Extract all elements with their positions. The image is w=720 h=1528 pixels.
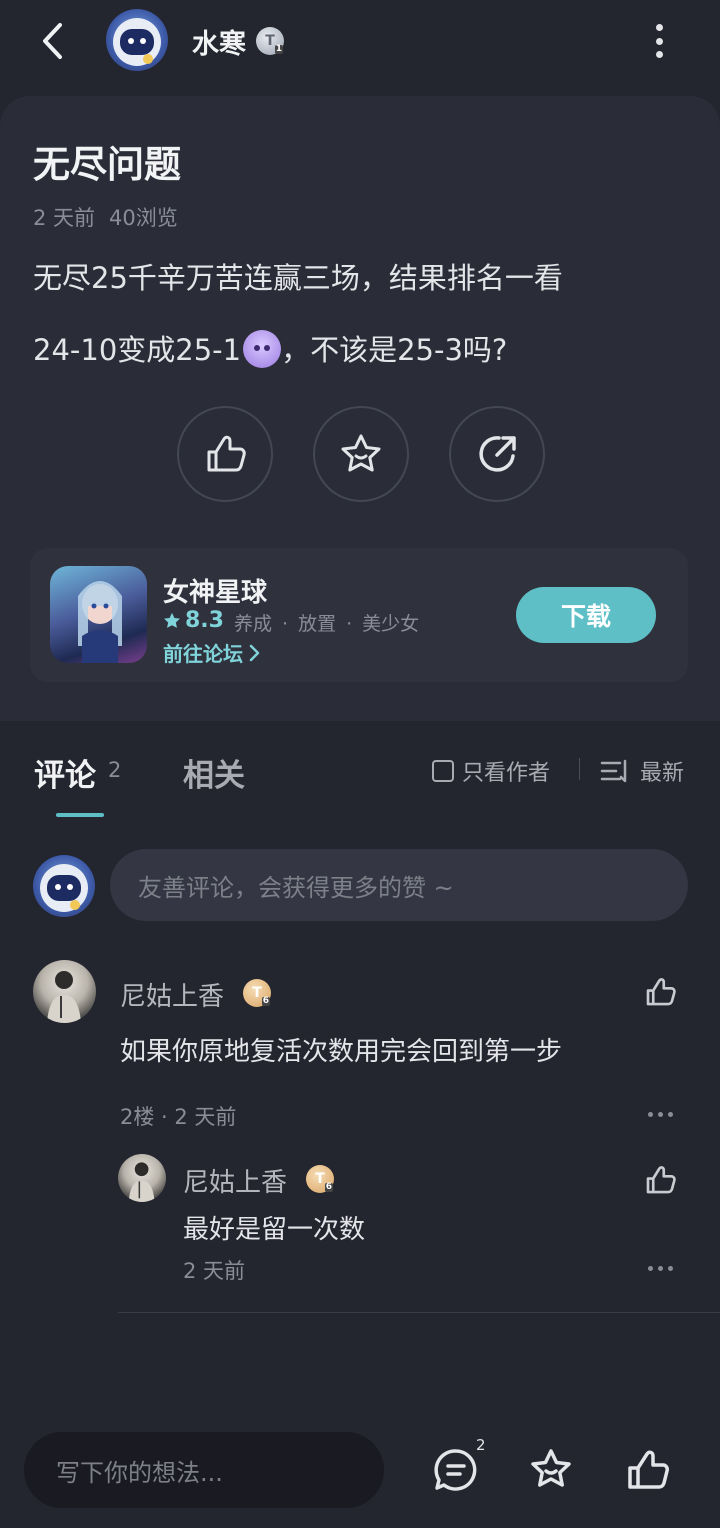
- divider: [118, 1312, 720, 1313]
- bottom-comment-input[interactable]: 写下你的想法...: [24, 1432, 384, 1508]
- dot-icon: [648, 1112, 653, 1117]
- tab-comments[interactable]: 评论: [34, 750, 96, 795]
- star-icon: [531, 1449, 571, 1487]
- game-character-icon: [78, 581, 122, 663]
- game-icon[interactable]: [50, 566, 147, 663]
- like-post-button[interactable]: [177, 406, 273, 502]
- my-avatar: [33, 855, 95, 917]
- active-tab-indicator: [56, 813, 104, 817]
- level-badge: T1: [256, 27, 284, 55]
- thumbs-up-icon: [628, 1450, 669, 1489]
- post-body-line-1: 无尽25千辛万苦连赢三场，结果排名一看: [33, 261, 563, 295]
- only-author-label: 只看作者: [462, 761, 551, 786]
- dot-icon: [668, 1112, 673, 1117]
- level-badge: T6: [306, 1165, 334, 1193]
- more-options-button[interactable]: [645, 24, 673, 58]
- sort-icon: [600, 759, 627, 783]
- person-avatar-icon: [128, 1162, 155, 1202]
- only-author-toggle[interactable]: 只看作者: [432, 755, 550, 787]
- game-tag: 放置: [298, 613, 337, 635]
- ghost-emoji-icon: [243, 330, 282, 368]
- like-comment-button[interactable]: [642, 974, 678, 1010]
- dot-icon: [655, 24, 663, 31]
- dot-icon: [655, 51, 663, 58]
- share-icon: [479, 436, 516, 472]
- game-tags: 养成 · 放置 · 美少女: [234, 613, 420, 635]
- share-post-button[interactable]: [449, 406, 545, 502]
- sort-label: 最新: [640, 761, 685, 786]
- post-time: 2 天前: [33, 206, 96, 230]
- post-views: 40浏览: [109, 206, 178, 230]
- post-body-line-2: 24-10变成25-1 ，不该是25-3吗?: [33, 327, 507, 369]
- comment-text: 如果你原地复活次数用完会回到第一步: [120, 1037, 563, 1067]
- game-tag: 养成: [234, 613, 273, 635]
- forum-link-label: 前往论坛: [163, 642, 243, 666]
- thumbs-up-icon: [646, 978, 676, 1006]
- reply-meta: 2 天前: [183, 1259, 246, 1283]
- robot-avatar-icon: [113, 18, 161, 66]
- back-arrow-icon: [43, 23, 62, 59]
- like-button[interactable]: [624, 1446, 674, 1496]
- thumbs-up-icon: [646, 1166, 676, 1194]
- divider: [579, 758, 580, 780]
- favorite-button[interactable]: [527, 1446, 577, 1496]
- commenter-name[interactable]: 尼姑上香: [120, 976, 224, 1013]
- person-avatar-icon: [47, 971, 81, 1023]
- dot-icon: [668, 1266, 673, 1271]
- download-button[interactable]: 下载: [516, 587, 656, 643]
- bottom-comment-count: 2: [476, 1436, 486, 1454]
- favorite-post-button[interactable]: [313, 406, 409, 502]
- tab-related[interactable]: 相关: [183, 750, 245, 795]
- star-icon: [341, 434, 381, 472]
- robot-avatar-icon: [40, 864, 88, 912]
- dot-icon: [658, 1266, 663, 1271]
- checkbox-icon: [432, 760, 454, 782]
- comment-more-button[interactable]: [648, 1112, 673, 1117]
- author-avatar[interactable]: [106, 9, 168, 71]
- comment-meta: 2楼 · 2 天前: [120, 1105, 237, 1129]
- thumbs-up-icon: [207, 435, 246, 472]
- reply-more-button[interactable]: [648, 1266, 673, 1271]
- post-title: 无尽问题: [33, 143, 181, 186]
- reply-author-name[interactable]: 尼姑上香: [183, 1162, 287, 1199]
- post-body-text-b: ，不该是25-3吗?: [281, 333, 508, 367]
- like-reply-button[interactable]: [642, 1162, 678, 1198]
- level-badge: T6: [243, 979, 271, 1007]
- reply-avatar[interactable]: [118, 1154, 166, 1202]
- reply-text: 最好是留一次数: [183, 1215, 366, 1245]
- comment-count: 2: [108, 758, 122, 782]
- comment-bubble-icon: [434, 1449, 477, 1491]
- game-rating: 8.3: [163, 608, 224, 633]
- game-name[interactable]: 女神星球: [163, 572, 267, 609]
- dot-icon: [658, 1112, 663, 1117]
- rating-star-icon: [164, 612, 180, 628]
- dot-icon: [655, 37, 663, 45]
- game-tag: 美少女: [362, 613, 420, 635]
- post-meta: 2 天前 40浏览: [33, 202, 178, 232]
- go-to-forum-link[interactable]: 前往论坛: [163, 638, 261, 667]
- chevron-right-icon: [249, 644, 260, 661]
- comments-button[interactable]: [432, 1446, 482, 1496]
- back-button[interactable]: [30, 18, 76, 64]
- comment-input[interactable]: 友善评论，会获得更多的赞 ~: [110, 849, 688, 921]
- post-body-text-a: 24-10变成25-1: [33, 333, 242, 367]
- dot-icon: [648, 1266, 653, 1271]
- author-name[interactable]: 水寒: [192, 22, 246, 61]
- commenter-avatar[interactable]: [33, 960, 96, 1023]
- sort-button[interactable]: 最新: [600, 755, 684, 787]
- game-rating-value: 8.3: [185, 608, 224, 633]
